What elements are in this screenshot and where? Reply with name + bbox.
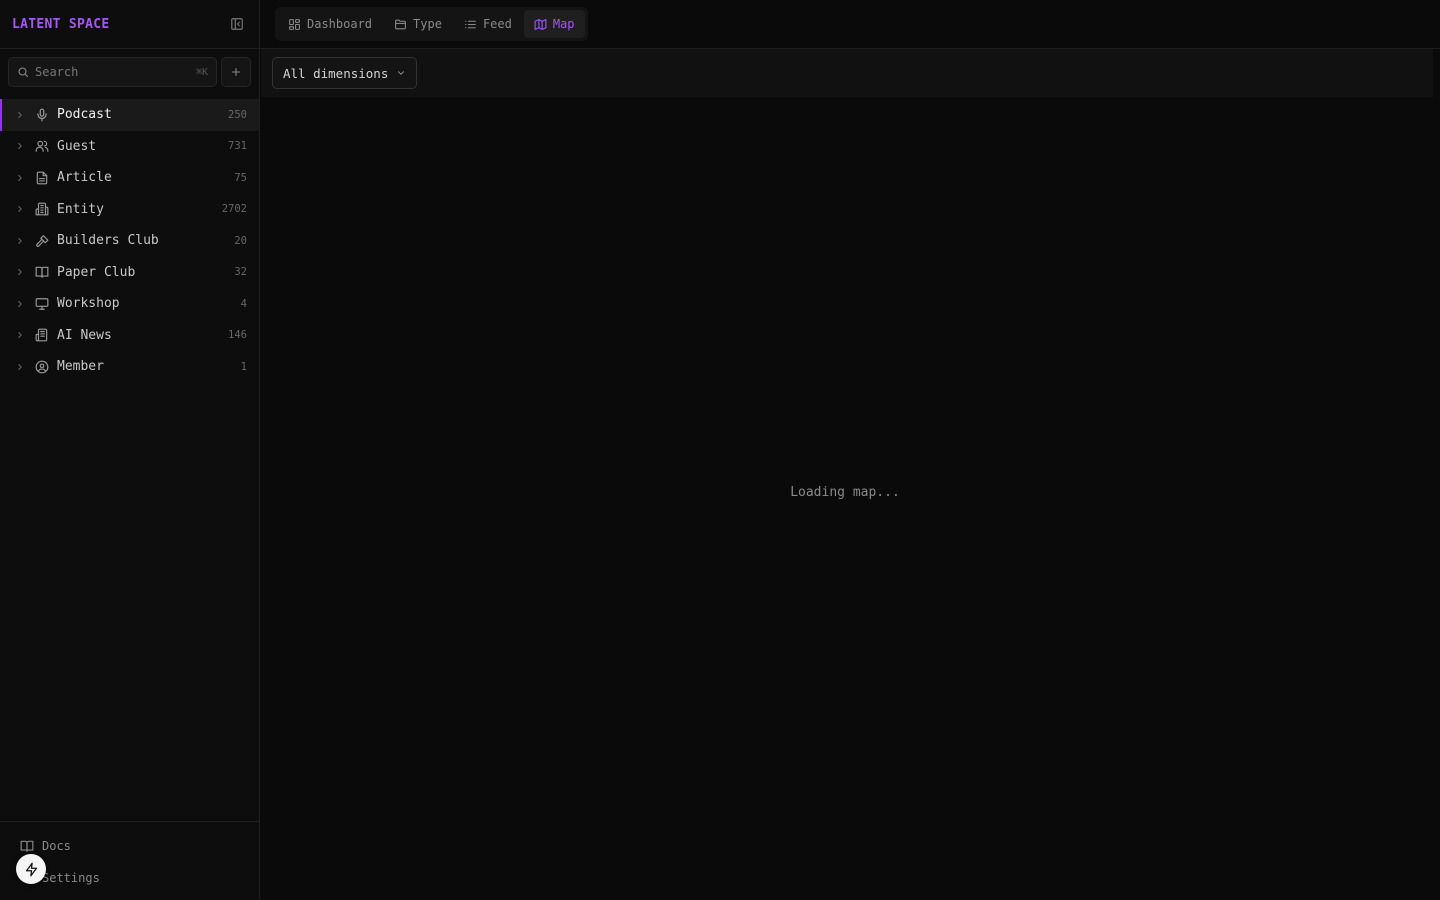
chevron-right-icon[interactable] [14,173,26,183]
map-icon [534,18,547,31]
lightning-bolt-icon [24,862,39,877]
sidebar-item-label: Member [57,359,104,375]
sidebar-item-builders-club[interactable]: Builders Club 20 [0,225,259,257]
folder-icon [394,18,407,31]
sidebar-item-entity[interactable]: Entity 2702 [0,194,259,226]
chevron-right-icon[interactable] [14,299,26,309]
tab-label: Feed [482,17,512,31]
tab-label: Dashboard [307,17,373,31]
sidebar-item-label: Entity [57,201,104,217]
search-icon [17,66,29,78]
sidebar-item-article[interactable]: Article 75 [0,162,259,194]
chevron-right-icon[interactable] [14,236,26,246]
sidebar-item-paper-club[interactable]: Paper Club 32 [0,257,259,289]
sidebar-item-member[interactable]: Member 1 [0,351,259,383]
tab-type[interactable]: Type [384,10,452,38]
chevron-right-icon[interactable] [14,204,26,214]
search-box[interactable]: ⌘K [8,57,217,87]
search-shortcut-hint: ⌘K [195,66,208,78]
book-open-icon [35,265,49,279]
sidebar-item-label: Workshop [57,296,120,312]
map-canvas[interactable]: Loading map... [260,97,1440,900]
hammer-icon [35,234,49,248]
chevron-right-icon[interactable] [14,330,26,340]
dropdown-label: All dimensions [283,65,389,81]
building-icon [35,202,49,216]
sidebar-item-label: Podcast [57,107,112,123]
sidebar-item-count: 731 [228,140,247,153]
tab-dashboard[interactable]: Dashboard [278,10,382,38]
view-tabs: Dashboard Type Feed Map [275,7,588,41]
tab-map[interactable]: Map [523,10,585,38]
chevron-right-icon[interactable] [14,267,26,277]
sidebar-collapse-icon[interactable] [229,16,245,32]
user-circle-icon [35,360,49,374]
users-icon [35,139,49,153]
chevron-right-icon[interactable] [14,110,26,120]
tab-label: Map [552,17,575,31]
sidebar-nav: Podcast 250 Guest 731 Article 75 Entity … [0,99,259,383]
add-button[interactable] [221,57,251,87]
sidebar-item-guest[interactable]: Guest 731 [0,131,259,163]
sidebar-item-count: 2702 [221,203,247,216]
search-input[interactable] [35,65,190,79]
tab-feed[interactable]: Feed [454,10,522,38]
filter-bar: All dimensions [261,49,1433,97]
sidebar-header: LATENT SPACE [0,0,259,49]
sidebar-item-label: Paper Club [57,264,136,280]
newspaper-icon [35,328,49,342]
top-bar: Dashboard Type Feed Map [260,0,1440,49]
sidebar-item-count: 32 [234,266,247,279]
brand-logo-text[interactable]: LATENT SPACE [12,17,110,32]
plus-icon [230,66,242,78]
mic-icon [35,108,49,122]
tab-label: Type [413,17,442,31]
chevron-down-icon [396,68,406,78]
settings-label: Settings [42,871,100,885]
search-row: ⌘K [0,57,259,87]
grid-icon [288,18,301,31]
sidebar-item-count: 75 [234,171,247,184]
sidebar-item-count: 20 [234,234,247,247]
sidebar-item-label: Builders Club [57,233,159,249]
sidebar-item-label: AI News [57,327,112,343]
sidebar-item-podcast[interactable]: Podcast 250 [0,99,259,131]
loading-text: Loading map... [790,485,900,500]
sidebar-item-workshop[interactable]: Workshop 4 [0,288,259,320]
sidebar-item-count: 146 [228,329,247,342]
file-text-icon [35,171,49,185]
dimensions-dropdown[interactable]: All dimensions [272,57,418,89]
presentation-icon [35,297,49,311]
sidebar-item-count: 250 [228,108,247,121]
chevron-right-icon[interactable] [14,141,26,151]
main-content: Dashboard Type Feed Map All dimensions L… [260,0,1440,900]
sidebar-item-label: Guest [57,138,97,154]
book-open-icon [20,839,34,853]
docs-label: Docs [42,839,71,853]
sidebar-item-ai-news[interactable]: AI News 146 [0,320,259,352]
quick-action-button[interactable] [16,854,46,884]
sidebar-item-count: 1 [240,360,247,373]
sidebar: LATENT SPACE ⌘K Podcast 250 G [0,0,260,900]
list-icon [464,18,477,31]
sidebar-item-count: 4 [240,297,247,310]
sidebar-item-label: Article [57,170,112,186]
chevron-right-icon[interactable] [14,362,26,372]
